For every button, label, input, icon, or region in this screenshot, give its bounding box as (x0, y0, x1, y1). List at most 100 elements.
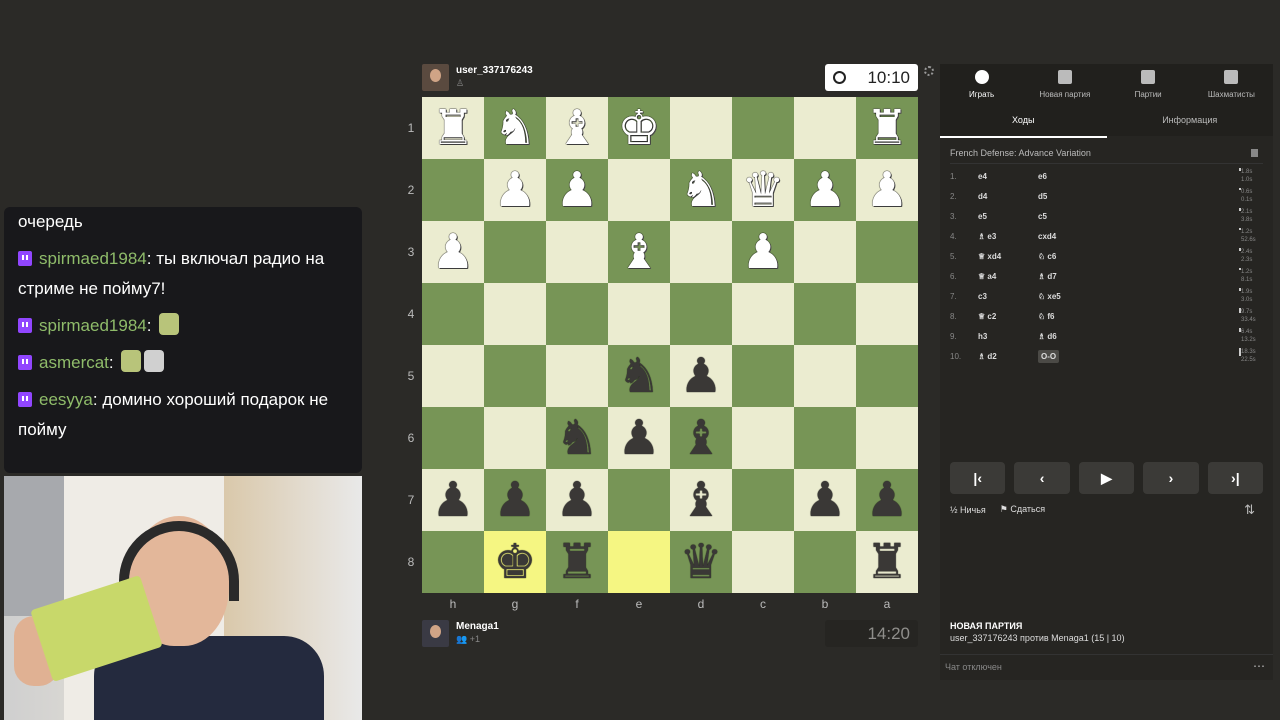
board-square[interactable]: ♛ (670, 531, 732, 593)
board-square[interactable]: ♞ (608, 345, 670, 407)
black-king-icon[interactable]: ♚ (493, 538, 536, 586)
board-square[interactable] (732, 97, 794, 159)
board-square[interactable] (608, 469, 670, 531)
black-pawn-icon[interactable]: ♟ (679, 352, 722, 400)
board-square[interactable] (670, 221, 732, 283)
white-rook-icon[interactable]: ♜ (431, 104, 474, 152)
board-square[interactable] (856, 221, 918, 283)
chat-username[interactable]: spirmaed1984 (39, 316, 147, 335)
board-square[interactable]: ♝ (670, 469, 732, 531)
white-pawn-icon[interactable]: ♟ (741, 228, 784, 276)
board-square[interactable]: ♟ (546, 159, 608, 221)
board-square[interactable]: ♟ (608, 407, 670, 469)
board-square[interactable] (422, 159, 484, 221)
black-pawn-icon[interactable]: ♟ (555, 476, 598, 524)
black-move[interactable]: ♘ xe5 (1038, 292, 1098, 301)
board-square[interactable]: ♟ (484, 469, 546, 531)
white-bishop-icon[interactable]: ♝ (555, 104, 598, 152)
board-square[interactable] (484, 345, 546, 407)
first-button[interactable]: |‹ (950, 462, 1006, 494)
next-button[interactable]: › (1143, 462, 1199, 494)
chat-username[interactable]: eesyya (39, 390, 93, 409)
chat-username[interactable]: spirmaed1984 (39, 249, 147, 268)
black-move[interactable]: ♗ d7 (1038, 272, 1098, 281)
white-move[interactable]: ♕ a4 (978, 272, 1038, 281)
board-square[interactable]: ♟ (856, 469, 918, 531)
board-square[interactable]: ♞ (484, 97, 546, 159)
white-move[interactable]: ♗ d2 (978, 352, 1038, 361)
resign-button[interactable]: ⚑ Сдаться (1000, 504, 1045, 515)
white-move[interactable]: ♕ c2 (978, 312, 1038, 321)
board-square[interactable] (608, 531, 670, 593)
board-square[interactable] (794, 221, 856, 283)
board-square[interactable] (422, 531, 484, 593)
board-square[interactable]: ♝ (608, 221, 670, 283)
board-square[interactable]: ♜ (856, 97, 918, 159)
flip-board-icon[interactable]: ⇅ (1244, 502, 1255, 518)
black-move[interactable]: cxd4 (1038, 232, 1098, 241)
board-square[interactable]: ♟ (856, 159, 918, 221)
subtab-moves[interactable]: Ходы (940, 110, 1107, 138)
board-square[interactable] (856, 283, 918, 345)
player-name[interactable]: user_337176243 (456, 64, 533, 77)
draw-button[interactable]: ½ Ничья (950, 505, 986, 515)
white-queen-icon[interactable]: ♛ (741, 166, 784, 214)
board-square[interactable] (732, 407, 794, 469)
prev-button[interactable]: ‹ (1014, 462, 1070, 494)
board-square[interactable] (422, 407, 484, 469)
black-rook-icon[interactable]: ♜ (865, 538, 908, 586)
white-knight-icon[interactable]: ♞ (493, 104, 536, 152)
white-move[interactable]: ♗ e3 (978, 232, 1038, 241)
white-rook-icon[interactable]: ♜ (865, 104, 908, 152)
last-button[interactable]: ›| (1207, 462, 1264, 494)
board-square[interactable]: ♞ (546, 407, 608, 469)
black-move[interactable]: d5 (1038, 192, 1098, 201)
board-square[interactable] (608, 283, 670, 345)
black-move[interactable]: e6 (1038, 172, 1098, 181)
black-queen-icon[interactable]: ♛ (679, 538, 722, 586)
white-move[interactable]: d4 (978, 192, 1038, 201)
board-square[interactable]: ♟ (422, 469, 484, 531)
board-square[interactable] (546, 345, 608, 407)
black-pawn-icon[interactable]: ♟ (865, 476, 908, 524)
board-square[interactable]: ♞ (670, 159, 732, 221)
board-square[interactable] (546, 283, 608, 345)
board-square[interactable]: ♝ (670, 407, 732, 469)
white-pawn-icon[interactable]: ♟ (555, 166, 598, 214)
avatar[interactable] (422, 64, 449, 91)
board-square[interactable] (794, 407, 856, 469)
black-pawn-icon[interactable]: ♟ (431, 476, 474, 524)
board-square[interactable]: ♚ (484, 531, 546, 593)
gear-icon[interactable] (924, 66, 934, 76)
board-square[interactable] (794, 283, 856, 345)
board-square[interactable] (732, 469, 794, 531)
board-square[interactable] (794, 531, 856, 593)
more-icon[interactable]: ⋯ (1253, 659, 1265, 673)
board-square[interactable]: ♚ (608, 97, 670, 159)
board-square[interactable] (670, 283, 732, 345)
white-knight-icon[interactable]: ♞ (679, 166, 722, 214)
board-square[interactable] (732, 283, 794, 345)
white-move[interactable]: c3 (978, 292, 1038, 301)
white-move[interactable]: ♕ xd4 (978, 252, 1038, 261)
black-knight-icon[interactable]: ♞ (555, 414, 598, 462)
board-square[interactable]: ♜ (856, 531, 918, 593)
board-square[interactable] (422, 345, 484, 407)
board-square[interactable]: ♜ (422, 97, 484, 159)
board-square[interactable]: ♟ (794, 159, 856, 221)
board-square[interactable] (732, 531, 794, 593)
chess-board[interactable]: ♜ ♞ ♝ ♚ ♜ ♟ ♟ ♞ ♛ ♟ ♟ ♟ ♝ ♟ ♞ ♟ ♞ ♟ ♝ ♟ ♟ ♟ ♝ ♟ ♟ ♚ ♜ ♛ ♜ (422, 97, 918, 593)
board-square[interactable] (546, 221, 608, 283)
black-pawn-icon[interactable]: ♟ (803, 476, 846, 524)
board-square[interactable]: ♟ (546, 469, 608, 531)
board-square[interactable] (608, 159, 670, 221)
board-square[interactable] (856, 407, 918, 469)
board-square[interactable]: ♟ (732, 221, 794, 283)
board-square[interactable] (856, 345, 918, 407)
player-name[interactable]: Menaga1 (456, 620, 499, 633)
play-button[interactable]: ▶ (1078, 462, 1135, 494)
white-move[interactable]: e5 (978, 212, 1038, 221)
black-rook-icon[interactable]: ♜ (555, 538, 598, 586)
board-square[interactable] (794, 345, 856, 407)
trash-icon[interactable] (1251, 149, 1258, 157)
